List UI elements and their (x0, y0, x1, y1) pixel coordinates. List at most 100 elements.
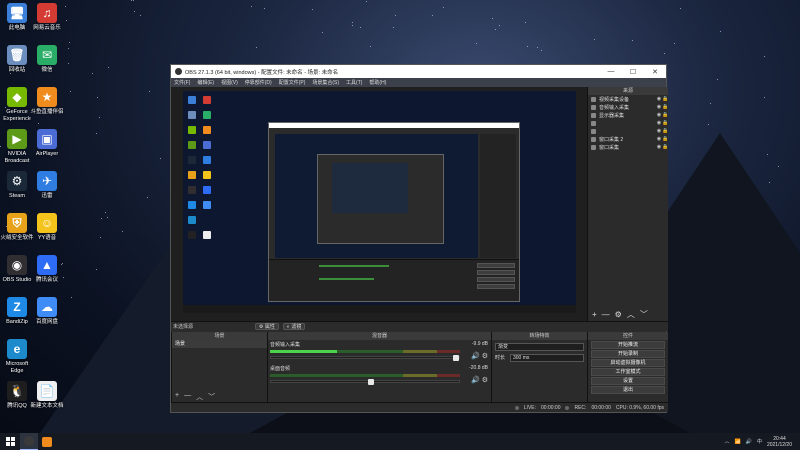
studio-mode-button[interactable]: 工作室模式 (591, 368, 665, 376)
lock-icon[interactable]: 🔒 (662, 104, 668, 110)
live-label: LIVE: (523, 404, 537, 411)
desktop-icon[interactable]: ★ 斗鱼直播伴侣 (30, 87, 64, 116)
window-icon (591, 144, 596, 150)
move-source-up-button[interactable]: ︿ (627, 309, 635, 320)
source-item[interactable]: 显示器采集 ◉ 🔒 (588, 111, 668, 119)
move-scene-up-button[interactable]: ︿ (196, 392, 203, 402)
desktop-icon[interactable]: Z BandiZip (0, 297, 34, 326)
remove-scene-button[interactable]: — (184, 392, 191, 402)
start-recording-button[interactable]: 开始录制 (591, 350, 665, 358)
volume-knob[interactable] (368, 379, 375, 385)
transition-select[interactable]: 渐变 (495, 342, 584, 351)
desktop-icon[interactable]: ▣ AirPlayer (30, 129, 64, 158)
desktop-icon-label: 百度网盘 (35, 319, 58, 325)
desktop-icon[interactable]: 🗑 回收站 (0, 45, 34, 74)
source-item[interactable]: ◉ 🔒 (588, 127, 668, 135)
taskbar-obs[interactable] (20, 433, 38, 450)
nested-obs-bottom (269, 259, 519, 301)
settings-button[interactable]: 设置 (591, 377, 665, 385)
source-settings-button[interactable]: ⚙ (615, 310, 622, 319)
gear-icon[interactable]: ⚙ (482, 377, 488, 384)
lock-icon[interactable]: 🔒 (662, 112, 668, 118)
remove-source-button[interactable]: — (602, 310, 610, 319)
menu-help[interactable]: 帮助(H) (369, 79, 386, 86)
desktop-icon[interactable]: ⛨ 火绒安全软件 (0, 213, 34, 242)
source-item[interactable]: ◉ 🔒 (588, 119, 668, 127)
desktop-icon[interactable]: ▲ 腾讯会议 (30, 255, 64, 284)
menu-view[interactable]: 视图(V) (221, 79, 238, 86)
nested-geforce-icon (188, 126, 196, 134)
source-item[interactable]: 视频采集设备 ◉ 🔒 (588, 95, 668, 103)
source-item[interactable]: 窗口采集 2 ◉ 🔒 (588, 135, 668, 143)
exit-button[interactable]: 退出 (591, 386, 665, 394)
lock-icon[interactable]: 🔒 (662, 128, 668, 134)
desktop-icon[interactable]: ♫ 网易云音乐 (30, 3, 64, 32)
source-item[interactable]: 音频输入采集 ◉ 🔒 (588, 103, 668, 111)
clock[interactable]: 20:44 2021/12/20 (767, 436, 792, 448)
desktop-icon[interactable]: ◉ OBS Studio (0, 255, 34, 284)
lock-icon[interactable]: 🔒 (662, 120, 668, 126)
mixer-channel-desktop: 桌面音频 -20.8 dB 🔊 ⚙ (268, 364, 491, 388)
scene-item[interactable]: 场景 (172, 340, 267, 348)
lock-icon[interactable]: 🔒 (662, 144, 668, 150)
nested-obs-level2 (317, 154, 444, 244)
microphone-icon (591, 104, 596, 110)
add-scene-button[interactable]: + (175, 392, 179, 402)
minimize-button[interactable]: — (600, 68, 622, 75)
speaker-icon[interactable]: 🔊 (471, 377, 480, 384)
channel-controls: 🔊 ⚙ (471, 352, 488, 360)
move-scene-down-button[interactable]: ﹀ (208, 392, 215, 402)
input-method-icon[interactable]: 中 (757, 438, 762, 445)
preview-canvas[interactable] (171, 87, 587, 321)
nested-btn-3 (477, 277, 515, 282)
desktop-icon[interactable]: ☺ YY语音 (30, 213, 64, 242)
desktop-icon[interactable]: 🖥 此电脑 (0, 3, 34, 32)
desktop-icon-label: GeForce Experience (3, 109, 31, 122)
menu-scene-collection[interactable]: 场景集合(S) (312, 79, 339, 86)
network-icon[interactable]: 📶 (734, 439, 740, 445)
volume-slider[interactable] (270, 355, 460, 361)
nested-steam-icon (188, 156, 196, 164)
desktop-icon[interactable]: 🐧 腾讯QQ (0, 381, 34, 410)
gear-icon[interactable]: ⚙ (482, 353, 488, 360)
volume-slider[interactable] (270, 379, 460, 385)
menu-edit[interactable]: 编辑(E) (197, 79, 214, 86)
filters-button[interactable]: ◐ 滤镜 (282, 323, 306, 330)
desktop-icon[interactable]: ☁ 百度网盘 (30, 297, 64, 326)
start-button[interactable] (0, 433, 20, 450)
start-virtual-camera-button[interactable]: 启动虚拟摄像机 (591, 359, 665, 367)
volume-knob[interactable] (453, 355, 459, 361)
desktop-icon[interactable]: ⚙ Steam (0, 171, 34, 200)
menu-profile[interactable]: 配置文件(P) (279, 79, 306, 86)
maximize-button[interactable]: ☐ (622, 68, 644, 76)
move-source-down-button[interactable]: ﹀ (640, 309, 648, 320)
desktop-icon[interactable]: ▶ NVIDIA Broadcast (0, 129, 34, 165)
menu-tools[interactable]: 工具(T) (346, 79, 362, 86)
desktop-icon[interactable]: ✉ 微信 (30, 45, 64, 74)
desktop-icon-label: BandiZip (6, 319, 28, 325)
properties-button[interactable]: ⚙ 属性 (255, 323, 279, 330)
menu-file[interactable]: 文件(F) (174, 79, 190, 86)
volume-icon[interactable]: 🔊 (746, 439, 752, 445)
lock-icon[interactable]: 🔒 (662, 96, 668, 102)
lock-icon[interactable]: 🔒 (662, 136, 668, 142)
obs-titlebar[interactable]: OBS 27.1.3 (64 bit, windows) - 配置文件: 未命名… (171, 65, 666, 78)
source-item[interactable]: 窗口采集 ◉ 🔒 (588, 143, 668, 151)
desktop-icon[interactable]: ◆ GeForce Experience (0, 87, 34, 123)
add-source-button[interactable]: + (592, 310, 597, 319)
desktop-icon[interactable]: e Microsoft Edge (0, 339, 34, 375)
speaker-icon[interactable]: 🔊 (471, 353, 480, 360)
obs-window[interactable]: OBS 27.1.3 (64 bit, windows) - 配置文件: 未命名… (170, 64, 668, 413)
nested-edge-icon (188, 216, 196, 224)
taskbar-douyu[interactable] (38, 433, 56, 450)
source-toolbar: 未选择源 ⚙ 属性 ◐ 滤镜 (171, 321, 668, 331)
app-icon: ▶ (7, 129, 27, 149)
duration-input[interactable]: 300 ms (510, 353, 584, 362)
start-streaming-button[interactable]: 开始推流 (591, 341, 665, 349)
desktop-icon[interactable]: 📄 新建文本文档 (30, 381, 64, 410)
tray-expand-icon[interactable]: ︿ (724, 438, 729, 445)
menu-docks[interactable]: 停靠部件(D) (245, 79, 272, 86)
duration-label: 时长 (495, 355, 506, 361)
desktop-icon[interactable]: ✈ 迅雷 (30, 171, 64, 200)
close-button[interactable]: ✕ (644, 68, 666, 76)
